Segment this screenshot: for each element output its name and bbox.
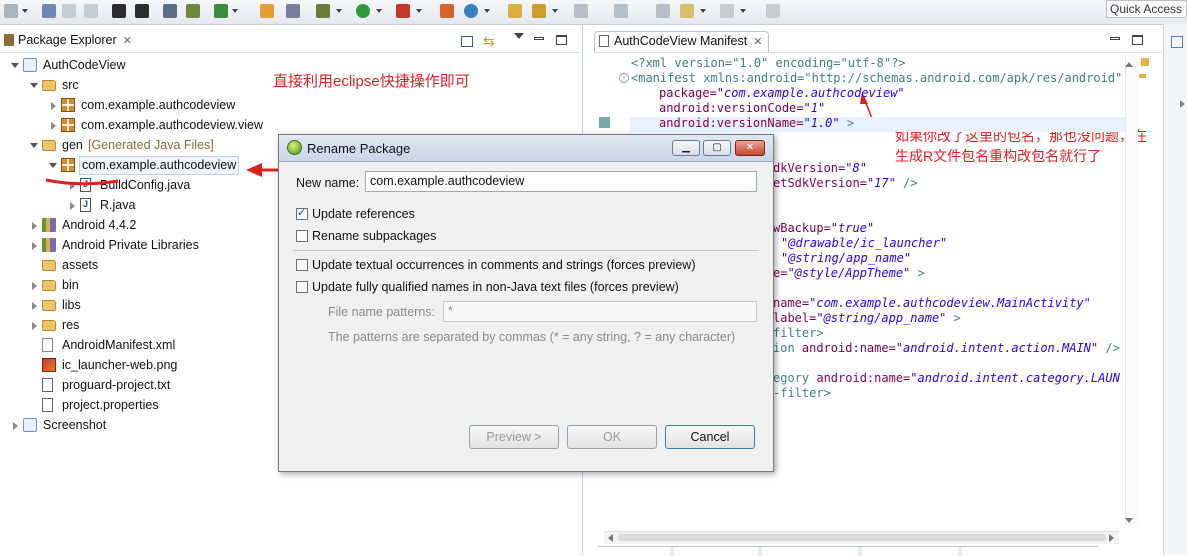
- code-line-8: wBackup="true": [773, 221, 875, 235]
- maximize-button[interactable]: ▢: [703, 140, 731, 156]
- scroll-right-arrow[interactable]: [1109, 534, 1114, 542]
- update-textual-checkbox[interactable]: [296, 259, 308, 271]
- right-annotation-line2: 生成R文件包名重构改包名就行了: [895, 148, 1102, 164]
- android-manifest-icon: [599, 35, 609, 47]
- code-line-16: egory android:name="android.intent.categ…: [773, 371, 1120, 385]
- scroll-up-arrow[interactable]: [1125, 62, 1133, 67]
- scroll-down-arrow[interactable]: [1125, 518, 1133, 523]
- expand-right-icon[interactable]: [1180, 100, 1185, 108]
- dialog-app-icon: [287, 140, 302, 155]
- code-line-10: "@string/app_name": [781, 251, 912, 265]
- file-name-patterns-input[interactable]: *: [443, 301, 757, 322]
- minimize-button[interactable]: ▁: [672, 140, 700, 156]
- dialog-title-bar[interactable]: Rename Package ▁ ▢ ✕: [279, 135, 773, 162]
- code-line-14: filter>: [773, 326, 824, 340]
- new-name-input[interactable]: com.example.authcodeview: [365, 171, 757, 192]
- close-icon[interactable]: ✕: [753, 36, 762, 48]
- rename-subpackages-label: Rename subpackages: [312, 229, 437, 243]
- overview-marker-icon[interactable]: [1139, 74, 1146, 78]
- overview-ruler: [1125, 55, 1138, 525]
- arrow-head-left: [246, 163, 262, 177]
- minimize-editor-icon[interactable]: [1110, 37, 1120, 40]
- update-textual-label: Update textual occurrences in comments a…: [312, 258, 696, 272]
- patterns-hint: The patterns are separated by commas (* …: [328, 330, 736, 344]
- code-line-15: ion android:name="android.intent.action.…: [773, 341, 1120, 355]
- horizontal-scrollbar[interactable]: [604, 531, 1119, 544]
- code-line-2: <manifest xmlns:android="http://schemas.…: [631, 71, 1123, 85]
- warning-marker-icon[interactable]: [1141, 58, 1149, 66]
- maximize-editor-icon[interactable]: [1132, 35, 1143, 45]
- code-line-12: name="com.example.authcodeview.MainActiv…: [773, 296, 1091, 310]
- code-line-7: etSdkVersion="17" />: [773, 176, 918, 190]
- editor-divider: [594, 52, 1162, 53]
- maximize-icon: ▢: [712, 142, 722, 153]
- cancel-button[interactable]: Cancel: [665, 425, 755, 449]
- code-line-17: -filter>: [773, 386, 831, 400]
- outline-view-icon[interactable]: [1171, 36, 1183, 48]
- minimize-icon: ▁: [682, 142, 690, 153]
- code-line-9: "@drawable/ic_launcher": [781, 236, 948, 250]
- code-line-1: <?xml version="1.0" encoding="utf-8"?>: [631, 56, 906, 70]
- code-line-6: dkVersion="8": [773, 161, 867, 175]
- code-line-5: android:versionName="1.0" >: [659, 116, 855, 130]
- code-line-3: package="com.example.authcodeview": [659, 86, 905, 100]
- update-fqn-label: Update fully qualified names in non-Java…: [312, 280, 679, 294]
- new-name-label: New name:: [296, 176, 360, 190]
- rename-subpackages-checkbox[interactable]: [296, 230, 308, 242]
- update-fqn-checkbox[interactable]: [296, 281, 308, 293]
- code-line-13: label="@string/app_name" >: [773, 311, 961, 325]
- scrollbar-thumb[interactable]: [618, 534, 1106, 541]
- file-name-patterns-label: File name patterns:: [328, 305, 435, 319]
- close-button[interactable]: ✕: [735, 140, 765, 156]
- left-annotation: 直接利用eclipse快捷操作即可: [273, 73, 470, 90]
- editor-tab-manifest[interactable]: AuthCodeView Manifest ✕: [594, 31, 770, 52]
- scroll-left-arrow[interactable]: [608, 534, 613, 542]
- dialog-separator: [293, 250, 759, 251]
- fold-toggle-icon[interactable]: -: [619, 73, 629, 83]
- gutter-marker-icon: [599, 117, 610, 128]
- underline-mark: [45, 178, 119, 186]
- dialog-title: Rename Package: [307, 141, 411, 156]
- ok-button[interactable]: OK: [567, 425, 657, 449]
- code-line-4: android:versionCode="1": [659, 101, 826, 115]
- code-line-11: e="@style/AppTheme" >: [773, 266, 925, 280]
- update-references-label: Update references: [312, 207, 415, 221]
- rename-package-dialog: Rename Package ▁ ▢ ✕ New name: com.examp…: [278, 134, 774, 472]
- preview-button[interactable]: Preview >: [469, 425, 559, 449]
- close-icon: ✕: [745, 142, 755, 153]
- update-references-checkbox[interactable]: [296, 206, 308, 220]
